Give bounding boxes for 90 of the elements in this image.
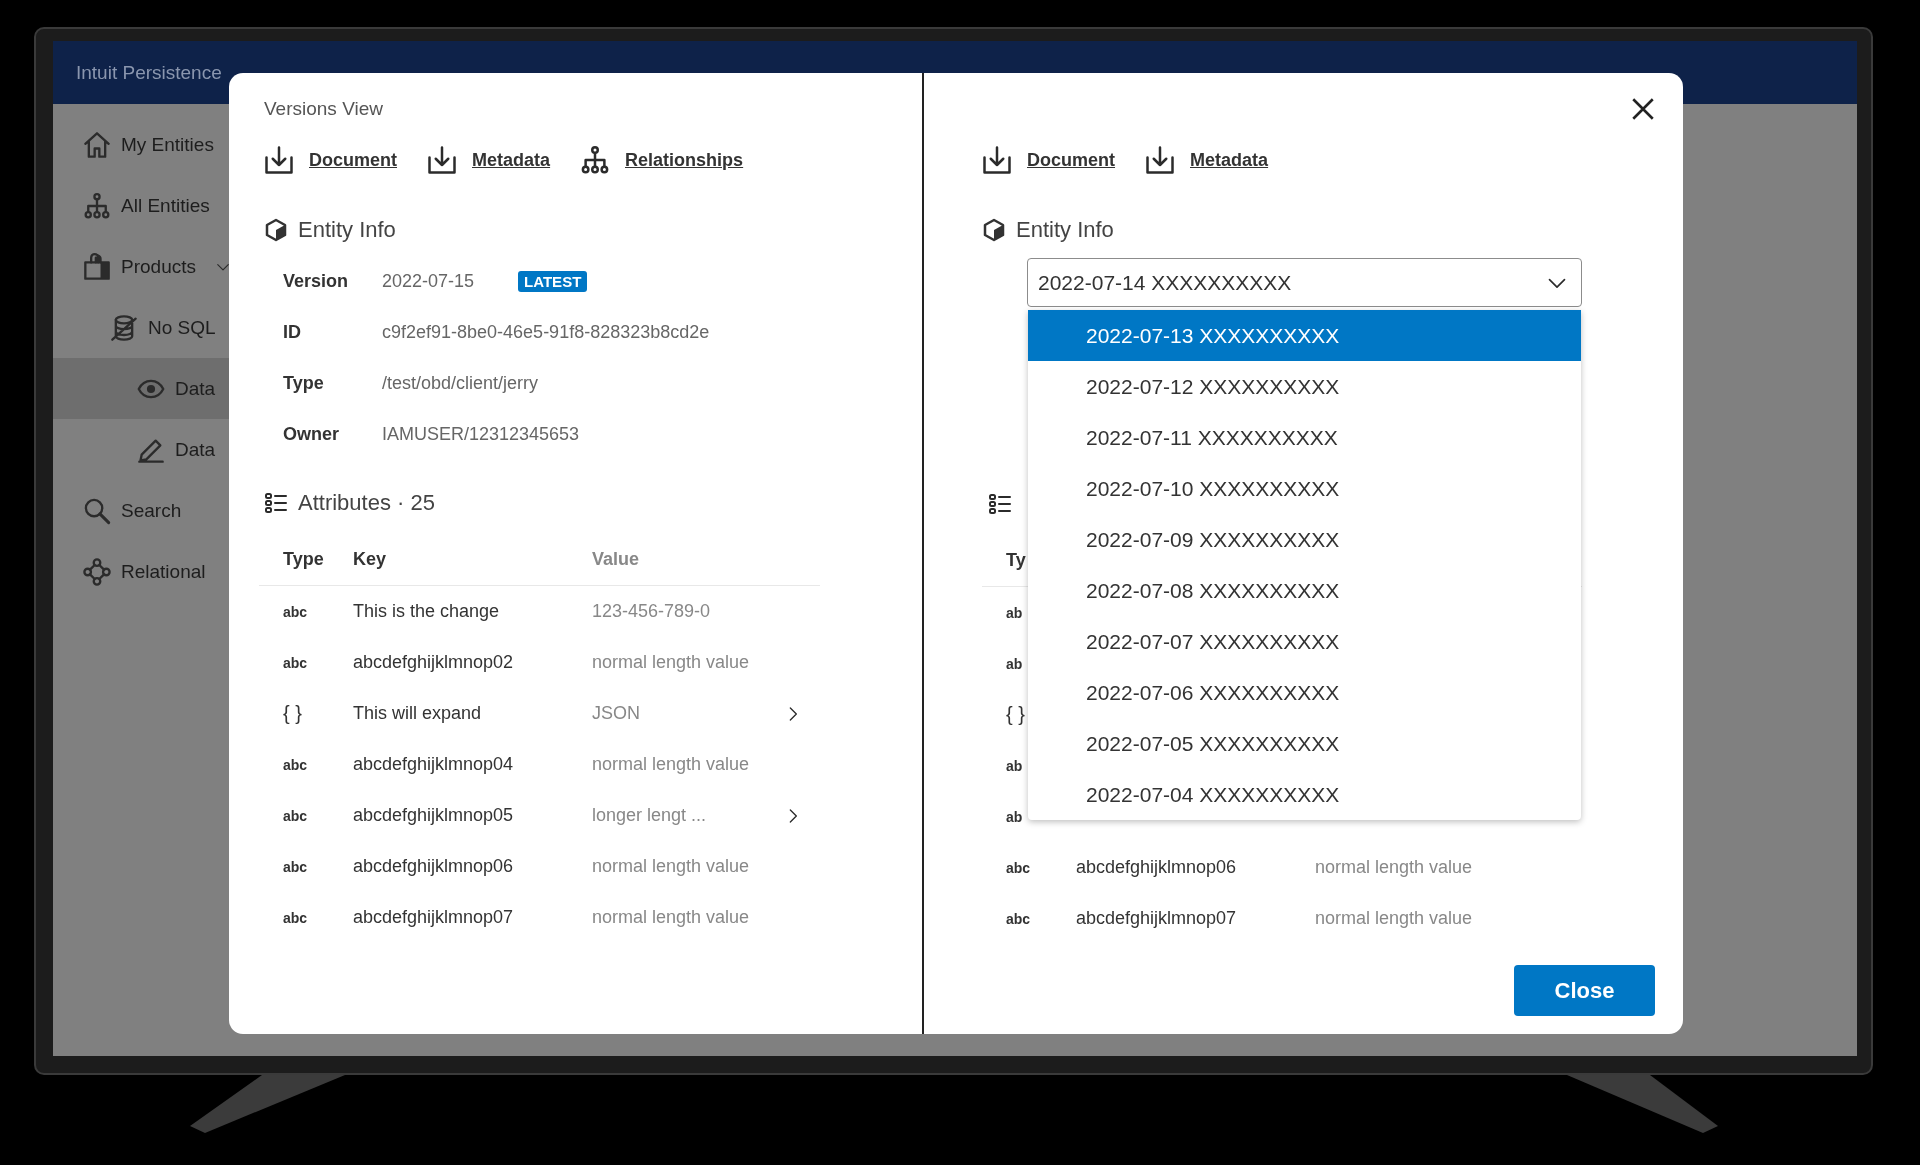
table-cell-text: abcdefghijklmnop07 bbox=[1076, 908, 1238, 929]
type-label: abc bbox=[1005, 910, 1032, 927]
download-link[interactable]: Document bbox=[264, 145, 397, 175]
type-label: abc bbox=[282, 909, 309, 926]
database-icon bbox=[110, 313, 138, 342]
field-label: Type bbox=[283, 373, 325, 394]
dropdown-option[interactable]: 2022-07-13 XXXXXXXXXX bbox=[1028, 310, 1581, 361]
table-cell-text: normal length value bbox=[592, 907, 751, 928]
table-cell-text: abcdefghijklmnop05 bbox=[353, 805, 515, 826]
type-label: ab bbox=[1005, 757, 1024, 774]
type-label: ab bbox=[1005, 604, 1024, 621]
type-label: { } bbox=[1005, 703, 1026, 726]
dropdown-option[interactable]: 2022-07-04 XXXXXXXXXX bbox=[1028, 769, 1581, 820]
dropdown-option[interactable]: 2022-07-08 XXXXXXXXXX bbox=[1028, 565, 1581, 616]
table-cell-text: This is the change bbox=[353, 601, 501, 622]
type-label: abc bbox=[282, 858, 309, 875]
type-label: { } bbox=[282, 702, 303, 725]
hierarchy-icon bbox=[580, 145, 611, 175]
section-title: Entity Info bbox=[298, 217, 396, 243]
table-cell-text: abcdefghijklmnop07 bbox=[353, 907, 515, 928]
search-icon bbox=[83, 496, 111, 525]
sidebar-item[interactable]: Relational bbox=[53, 541, 233, 602]
cube-icon bbox=[982, 218, 1006, 242]
dropdown-option[interactable]: 2022-07-05 XXXXXXXXXX bbox=[1028, 718, 1581, 769]
table-cell-text: JSON bbox=[592, 703, 641, 724]
close-button[interactable]: Close bbox=[1514, 965, 1655, 1016]
dialog-title: Versions View bbox=[264, 98, 383, 120]
download-link[interactable]: Document bbox=[982, 145, 1115, 175]
dropdown-option[interactable]: 2022-07-11 XXXXXXXXXX bbox=[1028, 412, 1581, 463]
type-label: ab bbox=[1005, 655, 1024, 672]
download-link[interactable]: Metadata bbox=[1145, 145, 1269, 175]
sidebar-item[interactable]: Data bbox=[53, 419, 233, 480]
sidebar-item[interactable]: No SQL bbox=[53, 297, 233, 358]
table-cell-text: This will expand bbox=[353, 703, 483, 724]
table-cell-text: normal length value bbox=[1315, 908, 1474, 929]
table-cell-text: abcdefghijklmnop06 bbox=[1076, 857, 1238, 878]
sidebar-item[interactable]: Products bbox=[53, 236, 233, 297]
type-label: abc bbox=[1005, 859, 1032, 876]
close-icon[interactable] bbox=[1630, 96, 1656, 122]
dropdown-option[interactable]: 2022-07-06 XXXXXXXXXX bbox=[1028, 667, 1581, 718]
column-header: Value bbox=[592, 548, 641, 570]
type-label: abc bbox=[282, 654, 309, 671]
section-title: Attributes · 25 bbox=[298, 490, 435, 516]
field-label: Version bbox=[283, 271, 350, 292]
latest-badge: LATEST bbox=[518, 271, 588, 292]
download-icon bbox=[1145, 145, 1175, 175]
table-cell-text: abcdefghijklmnop04 bbox=[353, 754, 515, 775]
table-cell-text: normal length value bbox=[592, 856, 751, 877]
download-icon bbox=[427, 145, 457, 175]
type-label: ab bbox=[1005, 808, 1024, 825]
dropdown-option[interactable]: 2022-07-07 XXXXXXXXXX bbox=[1028, 616, 1581, 667]
column-header: Key bbox=[353, 548, 388, 570]
table-cell-text: normal length value bbox=[1315, 857, 1474, 878]
sidebar-item[interactable]: My Entities bbox=[53, 114, 233, 175]
field-value: 2022-07-15 bbox=[382, 271, 475, 292]
download-link[interactable]: Metadata bbox=[427, 145, 551, 175]
table-cell-text: longer lengt ... bbox=[592, 805, 708, 826]
field-value: IAMUSER/12312345653 bbox=[382, 424, 580, 445]
download-icon bbox=[264, 145, 294, 175]
type-label: abc bbox=[282, 603, 309, 620]
home-icon bbox=[83, 130, 111, 159]
table-cell-text: abcdefghijklmnop02 bbox=[353, 652, 515, 673]
dropdown-option[interactable]: 2022-07-10 XXXXXXXXXX bbox=[1028, 463, 1581, 514]
version-dropdown[interactable]: 2022-07-14 XXXXXXXXXX bbox=[1027, 258, 1582, 307]
sidebar-item[interactable]: All Entities bbox=[53, 175, 233, 236]
list-icon bbox=[264, 491, 288, 515]
relationships-link[interactable]: Relationships bbox=[580, 145, 744, 175]
section-title: Entity Info bbox=[1016, 217, 1114, 243]
table-cell-text: normal length value bbox=[592, 754, 751, 775]
hierarchy-icon bbox=[83, 191, 111, 220]
download-icon bbox=[982, 145, 1012, 175]
field-value: c9f2ef91-8be0-46e5-91f8-828323b8cd2e bbox=[382, 322, 710, 343]
column-header: Type bbox=[282, 548, 325, 570]
table-cell-text: 123-456-789-0 bbox=[592, 601, 712, 622]
dropdown-option[interactable]: 2022-07-12 XXXXXXXXXX bbox=[1028, 361, 1581, 412]
type-label: abc bbox=[282, 756, 309, 773]
app-title: Intuit Persistence bbox=[76, 61, 222, 84]
shopping-bag-icon bbox=[83, 252, 111, 281]
dropdown-option[interactable]: 2022-07-09 XXXXXXXXXX bbox=[1028, 514, 1581, 565]
type-label: abc bbox=[282, 807, 309, 824]
table-cell-text: abcdefghijklmnop06 bbox=[353, 856, 515, 877]
table-cell-text: normal length value bbox=[592, 652, 751, 673]
network-icon bbox=[83, 557, 111, 586]
field-label: ID bbox=[283, 322, 302, 343]
cube-icon bbox=[264, 218, 288, 242]
sidebar-item[interactable]: Search bbox=[53, 480, 233, 541]
field-value: /test/obd/client/jerry bbox=[382, 373, 539, 394]
field-label: Owner bbox=[283, 424, 340, 445]
list-icon bbox=[988, 492, 1012, 516]
column-header: Ty bbox=[1005, 549, 1027, 571]
